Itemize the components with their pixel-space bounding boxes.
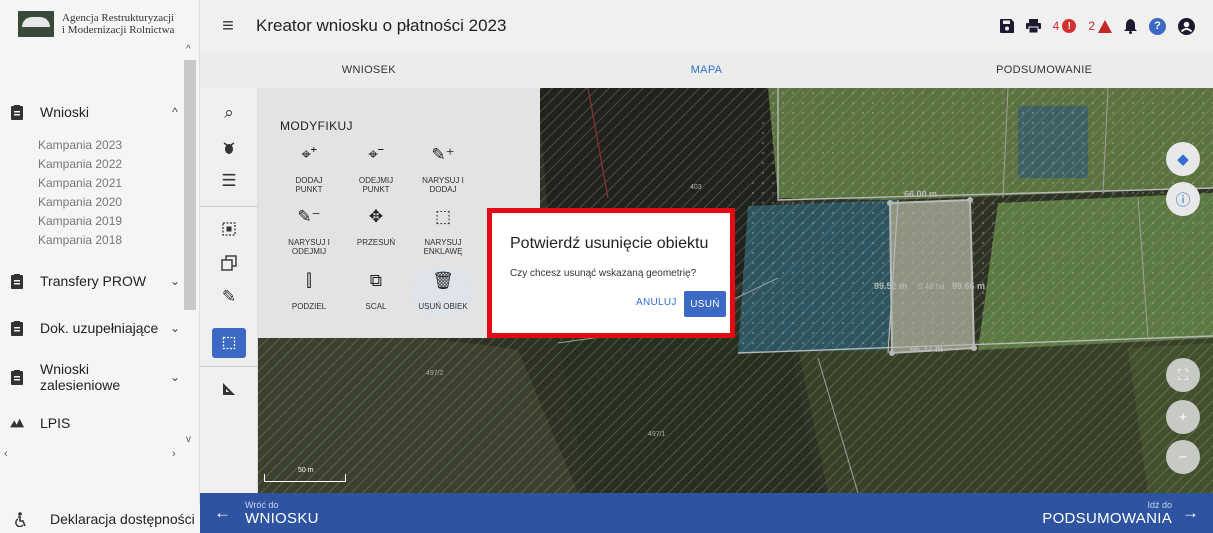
info-icon[interactable]: ⓘ <box>1166 182 1200 216</box>
campaign-2023-link[interactable]: Kampania 2023 <box>38 136 122 155</box>
next-caption: Idź do <box>1147 499 1172 510</box>
campaign-2022-link[interactable]: Kampania 2022 <box>38 155 122 174</box>
sidebar-item-label: Transfery PROW <box>40 273 147 289</box>
document-icon <box>10 320 24 336</box>
error-icon: ! <box>1062 19 1077 33</box>
print-icon[interactable] <box>1025 19 1041 33</box>
sidebar-item-label: Wnioski zalesieniowe <box>40 361 121 393</box>
arrow-right-icon: → <box>1182 503 1199 522</box>
bell-icon[interactable] <box>1124 18 1137 34</box>
cancel-button[interactable]: ANULUJ <box>636 297 677 308</box>
warning-icon <box>1098 19 1112 33</box>
tab-podsumowanie[interactable]: PODSUMOWANIE <box>875 52 1213 88</box>
scroll-right-icon[interactable]: › <box>172 448 176 460</box>
back-target: WNIOSKU <box>245 509 319 527</box>
sidebar-scroll-thumb[interactable] <box>184 60 196 310</box>
sidebar-item-dok-uzupelniajace[interactable]: Dok. uzupełniające ⌄ <box>0 313 184 343</box>
document-icon <box>10 369 24 385</box>
layers-icon[interactable]: ◆ <box>1166 142 1200 176</box>
chevron-down-icon[interactable]: ⌄ <box>166 321 184 335</box>
sidebar-horizontal-scrollbar[interactable]: ‹ › <box>0 448 196 462</box>
measure-icon[interactable] <box>212 374 246 404</box>
warnings-count: 2 <box>1088 19 1095 33</box>
sidebar-item-label: LPIS <box>40 415 71 431</box>
sidebar-item-lpis[interactable]: LPIS <box>0 408 184 438</box>
tab-mapa[interactable]: MAPA <box>538 52 876 88</box>
chevron-up-icon[interactable]: ^ <box>166 105 184 119</box>
document-icon <box>10 104 24 120</box>
search-icon[interactable]: ⌕ <box>212 98 246 128</box>
campaign-2020-link[interactable]: Kampania 2020 <box>38 193 122 212</box>
dialog-message: Czy chcesz usunąć wskazaną geometrię? <box>510 268 697 279</box>
copy-icon[interactable] <box>212 248 246 278</box>
sidebar-item-transfery[interactable]: Transfery PROW ⌄ <box>0 266 184 296</box>
save-icon[interactable] <box>999 19 1014 33</box>
sidebar-item-label: Wnioski <box>40 104 90 120</box>
delete-confirm-button[interactable]: USUŃ <box>684 291 726 317</box>
zoom-in-button[interactable]: + <box>1166 400 1200 434</box>
trash-icon: 🗑 <box>432 271 454 290</box>
delete-object-button[interactable]: 🗑 USUŃ OBIEK <box>410 268 476 316</box>
map-toolstrip: ⌕ ☰ ✎ <box>200 88 258 493</box>
mountains-icon <box>10 415 24 431</box>
bug-icon[interactable] <box>212 132 246 162</box>
modify-geometry-icon[interactable] <box>212 328 246 358</box>
campaign-2018-link[interactable]: Kampania 2018 <box>38 231 122 250</box>
campaign-2021-link[interactable]: Kampania 2021 <box>38 174 122 193</box>
tab-wniosek[interactable]: WNIOSEK <box>200 52 538 88</box>
logo-line-1: Agencja Restrukturyzacji <box>62 12 175 24</box>
sidebar: Agencja Restrukturyzacji i Modernizacji … <box>0 0 200 533</box>
dialog-title: Potwierdź usunięcie obiektu <box>510 235 709 252</box>
wizard-tabs: WNIOSEK MAPA PODSUMOWANIE <box>200 52 1213 88</box>
scale-label: 50 m <box>298 467 314 474</box>
accessibility-declaration-link[interactable]: Deklaracja dostępności <box>0 505 200 533</box>
warnings-indicator[interactable]: 2 <box>1088 19 1112 33</box>
errors-indicator[interactable]: 4 ! <box>1053 19 1077 33</box>
back-caption: Wróć do <box>245 499 279 510</box>
campaign-2019-link[interactable]: Kampania 2019 <box>38 212 122 231</box>
campaign-list: Kampania 2023 Kampania 2022 Kampania 202… <box>38 136 122 250</box>
sidebar-item-label: Dok. uzupełniające <box>40 320 159 336</box>
pencil-icon[interactable]: ✎ <box>212 282 246 312</box>
menu-icon[interactable]: ≡ <box>200 15 256 38</box>
zoom-out-button[interactable]: − <box>1166 440 1200 474</box>
next-target: PODSUMOWANIA <box>1042 509 1172 527</box>
fullscreen-icon[interactable]: ⛶ <box>1166 358 1200 392</box>
chevron-down-icon[interactable]: ⌄ <box>166 370 184 384</box>
confirm-delete-dialog: Potwierdź usunięcie obiektu Czy chcesz u… <box>487 208 735 338</box>
back-to-application-button[interactable]: ← Wróć do WNIOSKU <box>214 493 319 533</box>
scale-bar <box>264 474 346 482</box>
document-icon <box>10 273 24 289</box>
user-account-icon[interactable] <box>1178 17 1195 35</box>
list-icon[interactable]: ☰ <box>212 166 246 196</box>
accessibility-declaration-label: Deklaracja dostępności <box>50 511 195 527</box>
arimr-logo-icon <box>18 11 54 37</box>
wizard-navigation-bar: ← Wróć do WNIOSKU Idź do PODSUMOWANIA → <box>200 493 1213 533</box>
top-header: ≡ Kreator wniosku o płatności 2023 4 ! 2… <box>200 0 1213 52</box>
chevron-down-icon[interactable]: ⌄ <box>166 274 184 288</box>
help-icon[interactable]: ? <box>1149 17 1166 35</box>
errors-count: 4 <box>1052 19 1060 33</box>
scroll-up-icon[interactable]: ^ <box>186 44 191 55</box>
select-area-icon[interactable] <box>212 214 246 244</box>
arrow-left-icon: ← <box>214 503 231 522</box>
page-title: Kreator wniosku o płatności 2023 <box>256 16 507 35</box>
logo-line-2: i Modernizacji Rolnictwa <box>62 24 175 36</box>
sidebar-item-wnioski[interactable]: Wnioski ^ <box>0 97 184 127</box>
accessibility-icon <box>14 511 28 527</box>
go-to-summary-button[interactable]: Idź do PODSUMOWANIA → <box>1042 493 1199 533</box>
arimr-logo[interactable]: Agencja Restrukturyzacji i Modernizacji … <box>0 0 199 48</box>
scroll-left-icon[interactable]: ‹ <box>4 448 8 460</box>
sidebar-item-wnioski-zalesieniowe[interactable]: Wnioski zalesieniowe ⌄ <box>0 361 184 393</box>
scroll-down-icon[interactable]: v <box>186 434 191 445</box>
